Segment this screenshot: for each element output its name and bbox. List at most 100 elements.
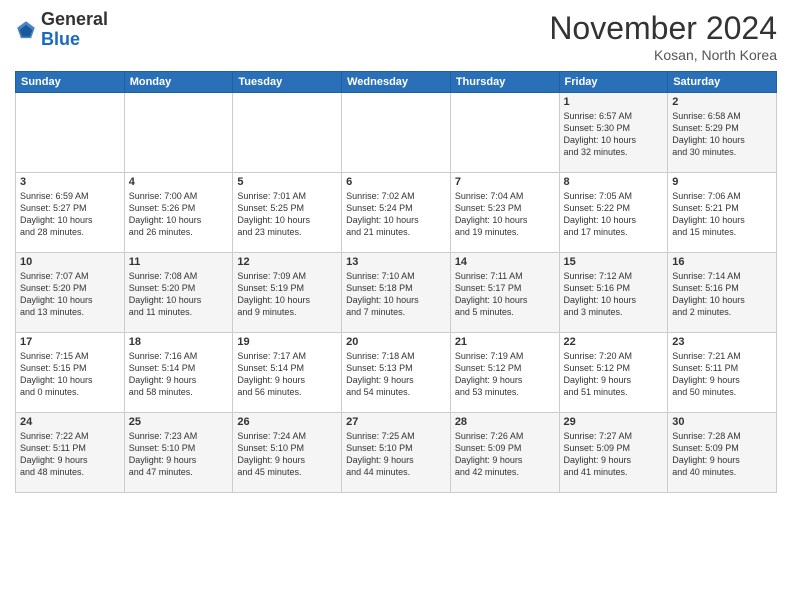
day-info: Sunrise: 6:59 AM Sunset: 5:27 PM Dayligh…: [20, 190, 120, 239]
calendar-cell: [233, 93, 342, 173]
calendar-cell: [124, 93, 233, 173]
title-section: November 2024 Kosan, North Korea: [549, 10, 777, 63]
calendar-cell: 20Sunrise: 7:18 AM Sunset: 5:13 PM Dayli…: [342, 333, 451, 413]
calendar-cell: 22Sunrise: 7:20 AM Sunset: 5:12 PM Dayli…: [559, 333, 668, 413]
month-title: November 2024: [549, 10, 777, 47]
weekday-header-tuesday: Tuesday: [233, 72, 342, 93]
day-number: 20: [346, 336, 446, 348]
day-info: Sunrise: 7:27 AM Sunset: 5:09 PM Dayligh…: [564, 430, 664, 479]
calendar-week-4: 17Sunrise: 7:15 AM Sunset: 5:15 PM Dayli…: [16, 333, 777, 413]
day-info: Sunrise: 7:07 AM Sunset: 5:20 PM Dayligh…: [20, 270, 120, 319]
day-number: 8: [564, 176, 664, 188]
day-info: Sunrise: 7:10 AM Sunset: 5:18 PM Dayligh…: [346, 270, 446, 319]
day-info: Sunrise: 7:17 AM Sunset: 5:14 PM Dayligh…: [237, 350, 337, 399]
day-number: 28: [455, 416, 555, 428]
calendar-cell: 25 Sunrise: 7:23 AM Sunset: 5:10 PM Dayli…: [124, 413, 233, 493]
day-number: 5: [237, 176, 337, 188]
calendar-week-1: 1 Sunrise: 6:57 AM Sunset: 5:30 PM Daylig…: [16, 93, 777, 173]
day-number: 27: [346, 416, 446, 428]
weekday-header-sunday: Sunday: [16, 72, 125, 93]
day-number: 26: [237, 416, 337, 428]
day-info: Sunrise: 7:06 AM Sunset: 5:21 PM Dayligh…: [672, 190, 772, 239]
calendar-cell: 1 Sunrise: 6:57 AM Sunset: 5:30 PM Daylig…: [559, 93, 668, 173]
calendar-cell: 5Sunrise: 7:01 AM Sunset: 5:25 PM Daylig…: [233, 173, 342, 253]
calendar-cell: [16, 93, 125, 173]
day-number: 9: [672, 176, 772, 188]
calendar-cell: 10 Sunrise: 7:07 AM Sunset: 5:20 PM Dayli…: [16, 253, 125, 333]
day-info: Sunrise: 7:12 AM Sunset: 5:16 PM Dayligh…: [564, 270, 664, 319]
calendar-week-3: 10 Sunrise: 7:07 AM Sunset: 5:20 PM Dayli…: [16, 253, 777, 333]
day-number: 24: [20, 416, 120, 428]
logo-icon: [15, 19, 37, 41]
day-number: 19: [237, 336, 337, 348]
day-number: 23: [672, 336, 772, 348]
calendar-cell: 26 Sunrise: 7:24 AM Sunset: 5:10 PM Dayli…: [233, 413, 342, 493]
day-number: 6: [346, 176, 446, 188]
day-info: Sunrise: 7:21 AM Sunset: 5:11 PM Dayligh…: [672, 350, 772, 399]
day-number: 10: [20, 256, 120, 268]
day-number: 18: [129, 336, 229, 348]
weekday-header-friday: Friday: [559, 72, 668, 93]
header: General Blue November 2024 Kosan, North …: [15, 10, 777, 63]
day-number: 12: [237, 256, 337, 268]
calendar-cell: 13 Sunrise: 7:10 AM Sunset: 5:18 PM Dayli…: [342, 253, 451, 333]
calendar-cell: 18Sunrise: 7:16 AM Sunset: 5:14 PM Dayli…: [124, 333, 233, 413]
calendar-cell: 12 Sunrise: 7:09 AM Sunset: 5:19 PM Dayli…: [233, 253, 342, 333]
calendar-cell: 14 Sunrise: 7:11 AM Sunset: 5:17 PM Dayli…: [450, 253, 559, 333]
day-info: Sunrise: 6:57 AM Sunset: 5:30 PM Dayligh…: [564, 110, 664, 159]
calendar-cell: 4Sunrise: 7:00 AM Sunset: 5:26 PM Daylig…: [124, 173, 233, 253]
calendar-cell: 11 Sunrise: 7:08 AM Sunset: 5:20 PM Dayli…: [124, 253, 233, 333]
calendar-cell: 21 Sunrise: 7:19 AM Sunset: 5:12 PM Dayli…: [450, 333, 559, 413]
calendar-cell: 15 Sunrise: 7:12 AM Sunset: 5:16 PM Dayli…: [559, 253, 668, 333]
day-info: Sunrise: 7:28 AM Sunset: 5:09 PM Dayligh…: [672, 430, 772, 479]
logo-general-text: General: [41, 9, 108, 29]
day-number: 21: [455, 336, 555, 348]
calendar-cell: 24 Sunrise: 7:22 AM Sunset: 5:11 PM Dayli…: [16, 413, 125, 493]
day-number: 11: [129, 256, 229, 268]
calendar-cell: 29 Sunrise: 7:27 AM Sunset: 5:09 PM Dayli…: [559, 413, 668, 493]
day-number: 3: [20, 176, 120, 188]
day-info: Sunrise: 7:24 AM Sunset: 5:10 PM Dayligh…: [237, 430, 337, 479]
day-info: Sunrise: 6:58 AM Sunset: 5:29 PM Dayligh…: [672, 110, 772, 159]
day-info: Sunrise: 7:00 AM Sunset: 5:26 PM Dayligh…: [129, 190, 229, 239]
weekday-header-monday: Monday: [124, 72, 233, 93]
logo-blue-text: Blue: [41, 29, 80, 49]
page-container: General Blue November 2024 Kosan, North …: [0, 0, 792, 498]
day-info: Sunrise: 7:23 AM Sunset: 5:10 PM Dayligh…: [129, 430, 229, 479]
day-info: Sunrise: 7:11 AM Sunset: 5:17 PM Dayligh…: [455, 270, 555, 319]
calendar-cell: 27 Sunrise: 7:25 AM Sunset: 5:10 PM Dayli…: [342, 413, 451, 493]
day-info: Sunrise: 7:19 AM Sunset: 5:12 PM Dayligh…: [455, 350, 555, 399]
day-number: 22: [564, 336, 664, 348]
weekday-header-thursday: Thursday: [450, 72, 559, 93]
day-number: 1: [564, 96, 664, 108]
day-number: 25: [129, 416, 229, 428]
calendar-cell: 23 Sunrise: 7:21 AM Sunset: 5:11 PM Dayli…: [668, 333, 777, 413]
day-info: Sunrise: 7:05 AM Sunset: 5:22 PM Dayligh…: [564, 190, 664, 239]
location: Kosan, North Korea: [549, 47, 777, 63]
calendar-cell: 8 Sunrise: 7:05 AM Sunset: 5:22 PM Daylig…: [559, 173, 668, 253]
calendar-cell: 2Sunrise: 6:58 AM Sunset: 5:29 PM Daylig…: [668, 93, 777, 173]
calendar-cell: 16 Sunrise: 7:14 AM Sunset: 5:16 PM Dayli…: [668, 253, 777, 333]
day-info: Sunrise: 7:22 AM Sunset: 5:11 PM Dayligh…: [20, 430, 120, 479]
day-info: Sunrise: 7:14 AM Sunset: 5:16 PM Dayligh…: [672, 270, 772, 319]
calendar-table: SundayMondayTuesdayWednesdayThursdayFrid…: [15, 71, 777, 493]
calendar-cell: 28 Sunrise: 7:26 AM Sunset: 5:09 PM Dayli…: [450, 413, 559, 493]
weekday-header-wednesday: Wednesday: [342, 72, 451, 93]
day-number: 17: [20, 336, 120, 348]
day-number: 13: [346, 256, 446, 268]
calendar-cell: 17Sunrise: 7:15 AM Sunset: 5:15 PM Dayli…: [16, 333, 125, 413]
day-number: 7: [455, 176, 555, 188]
day-info: Sunrise: 7:08 AM Sunset: 5:20 PM Dayligh…: [129, 270, 229, 319]
calendar-cell: 9 Sunrise: 7:06 AM Sunset: 5:21 PM Daylig…: [668, 173, 777, 253]
day-info: Sunrise: 7:09 AM Sunset: 5:19 PM Dayligh…: [237, 270, 337, 319]
day-number: 16: [672, 256, 772, 268]
day-number: 14: [455, 256, 555, 268]
calendar-cell: 3 Sunrise: 6:59 AM Sunset: 5:27 PM Daylig…: [16, 173, 125, 253]
calendar-cell: [342, 93, 451, 173]
day-info: Sunrise: 7:25 AM Sunset: 5:10 PM Dayligh…: [346, 430, 446, 479]
day-number: 29: [564, 416, 664, 428]
day-info: Sunrise: 7:26 AM Sunset: 5:09 PM Dayligh…: [455, 430, 555, 479]
day-number: 15: [564, 256, 664, 268]
weekday-header-saturday: Saturday: [668, 72, 777, 93]
calendar-week-2: 3 Sunrise: 6:59 AM Sunset: 5:27 PM Daylig…: [16, 173, 777, 253]
